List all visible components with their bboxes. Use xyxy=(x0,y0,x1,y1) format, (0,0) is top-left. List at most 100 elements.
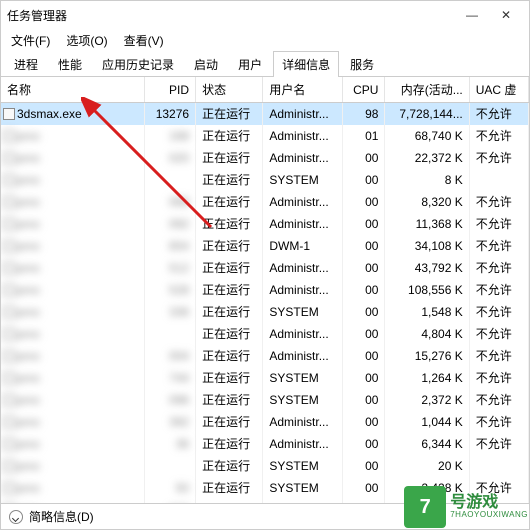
tab-processes[interactable]: 进程 xyxy=(5,51,47,77)
tab-performance[interactable]: 性能 xyxy=(49,51,91,77)
menu-view[interactable]: 查看(V) xyxy=(118,32,170,49)
tab-details[interactable]: 详细信息 xyxy=(273,51,339,77)
table-row[interactable]: proc336正在运行SYSTEM001,548 K不允许 xyxy=(1,301,529,323)
process-table-container: 名称 PID 状态 用户名 CPU 内存(活动... UAC 虚 3dsmax.… xyxy=(1,77,529,503)
col-header-cpu[interactable]: CPU xyxy=(343,77,385,103)
tab-users[interactable]: 用户 xyxy=(229,51,271,77)
tab-services[interactable]: 服务 xyxy=(341,51,383,77)
cell-name: proc xyxy=(1,455,144,477)
close-button[interactable]: ✕ xyxy=(489,8,523,22)
cell-name: proc xyxy=(1,477,144,499)
column-headers: 名称 PID 状态 用户名 CPU 内存(活动... UAC 虚 xyxy=(1,77,529,103)
cell-user: Administr... xyxy=(263,191,343,213)
cell-cpu: 00 xyxy=(343,301,385,323)
col-header-name[interactable]: 名称 xyxy=(1,77,144,103)
table-row[interactable]: proc正在运行Administr...004,804 K不允许 xyxy=(1,323,529,345)
cell-status: 正在运行 xyxy=(196,279,263,301)
cell-pid: 528 xyxy=(144,279,195,301)
cell-status: 正在运行 xyxy=(196,323,263,345)
table-row[interactable]: proc392正在运行Administr...001,044 K不允许 xyxy=(1,411,529,433)
table-row[interactable]: proc512正在运行Administr...0043,792 K不允许 xyxy=(1,257,529,279)
table-row[interactable]: proc092正在运行Administr...0011,368 K不允许 xyxy=(1,213,529,235)
cell-name: proc xyxy=(1,499,144,504)
cell-mem: 8,320 K xyxy=(385,191,469,213)
table-row[interactable]: proc096正在运行SYSTEM002,372 K不允许 xyxy=(1,389,529,411)
cell-mem: 1,548 K xyxy=(385,301,469,323)
cell-status: 正在运行 xyxy=(196,367,263,389)
cell-cpu: 00 xyxy=(343,147,385,169)
cell-mem: 34,108 K xyxy=(385,235,469,257)
cell-name: proc xyxy=(1,345,144,367)
cell-uac: 不允许 xyxy=(469,345,528,367)
table-row[interactable]: proc068正在运行Administr...008,320 K不允许 xyxy=(1,191,529,213)
table-row[interactable]: proc正在运行SYSTEM008 K xyxy=(1,169,529,191)
cell-mem: 108,556 K xyxy=(385,279,469,301)
cell-cpu: 00 xyxy=(343,499,385,504)
watermark-text: 号游戏 xyxy=(450,495,528,511)
cell-uac: 不允许 xyxy=(469,411,528,433)
col-header-uac[interactable]: UAC 虚 xyxy=(469,77,528,103)
cell-mem: 15,276 K xyxy=(385,345,469,367)
cell-uac: 不允许 xyxy=(469,213,528,235)
table-row[interactable]: proc528正在运行Administr...00108,556 K不允许 xyxy=(1,279,529,301)
watermark: 7 号游戏 7HAOYOUXIWANG xyxy=(404,486,528,528)
cell-uac: 不允许 xyxy=(469,433,528,455)
cell-user: Administr... xyxy=(263,147,343,169)
cell-cpu: 00 xyxy=(343,191,385,213)
table-row[interactable]: proc744正在运行SYSTEM001,264 K不允许 xyxy=(1,367,529,389)
cell-status: 正在运行 xyxy=(196,345,263,367)
col-header-pid[interactable]: PID xyxy=(144,77,195,103)
chevron-down-icon[interactable] xyxy=(9,510,23,524)
cell-name: proc xyxy=(1,367,144,389)
cell-uac: 不允许 xyxy=(469,235,528,257)
titlebar[interactable]: 任务管理器 — ✕ xyxy=(1,1,529,29)
minimize-button[interactable]: — xyxy=(455,8,489,22)
menu-options[interactable]: 选项(O) xyxy=(60,32,113,49)
cell-status: 正在运行 xyxy=(196,191,263,213)
cell-pid: 336 xyxy=(144,301,195,323)
cell-name: 3dsmax.exe xyxy=(1,103,144,125)
col-header-user[interactable]: 用户名 xyxy=(263,77,343,103)
cell-status: 正在运行 xyxy=(196,433,263,455)
cell-pid: 744 xyxy=(144,367,195,389)
cell-status: 正在运行 xyxy=(196,235,263,257)
tab-history[interactable]: 应用历史记录 xyxy=(93,51,183,77)
cell-status: 正在运行 xyxy=(196,411,263,433)
watermark-subtext: 7HAOYOUXIWANG xyxy=(450,511,528,519)
table-row[interactable]: proc正在运行SYSTEM0020 K xyxy=(1,455,529,477)
cell-cpu: 00 xyxy=(343,345,385,367)
table-row[interactable]: proc004正在运行Administr...0015,276 K不允许 xyxy=(1,345,529,367)
tab-startup[interactable]: 启动 xyxy=(185,51,227,77)
cell-name: proc xyxy=(1,125,144,147)
cell-status: 正在运行 xyxy=(196,257,263,279)
cell-pid: 096 xyxy=(144,389,195,411)
cell-pid: 13276 xyxy=(144,103,195,125)
col-header-memory[interactable]: 内存(活动... xyxy=(385,77,469,103)
cell-cpu: 00 xyxy=(343,433,385,455)
cell-name: proc xyxy=(1,235,144,257)
table-row[interactable]: proc020正在运行Administr...0022,372 K不允许 xyxy=(1,147,529,169)
cell-user: SYSTEM xyxy=(263,477,343,499)
cell-status: 正在运行 xyxy=(196,125,263,147)
table-row[interactable]: 3dsmax.exe13276正在运行Administr...987,728,1… xyxy=(1,103,529,125)
cell-uac: 不允许 xyxy=(469,367,528,389)
cell-status: 正在运行 xyxy=(196,147,263,169)
cell-cpu: 00 xyxy=(343,477,385,499)
cell-name: proc xyxy=(1,323,144,345)
task-manager-window: 任务管理器 — ✕ 文件(F) 选项(O) 查看(V) 进程 性能 应用历史记录… xyxy=(0,0,530,530)
table-row[interactable]: proc36正在运行Administr...006,344 K不允许 xyxy=(1,433,529,455)
cell-uac: 不允许 xyxy=(469,191,528,213)
cell-cpu: 00 xyxy=(343,257,385,279)
cell-user: SYSTEM xyxy=(263,367,343,389)
cell-user: SYSTEM xyxy=(263,455,343,477)
cell-pid: 654 xyxy=(144,235,195,257)
fewer-details-link[interactable]: 简略信息(D) xyxy=(29,508,94,525)
cell-status: 正在运行 xyxy=(196,499,263,504)
table-row[interactable]: proc654正在运行DWM-10034,108 K不允许 xyxy=(1,235,529,257)
cell-name: proc xyxy=(1,301,144,323)
cell-status: 正在运行 xyxy=(196,169,263,191)
table-row[interactable]: proc168正在运行Administr...0168,740 K不允许 xyxy=(1,125,529,147)
col-header-status[interactable]: 状态 xyxy=(196,77,263,103)
cell-mem: 2,372 K xyxy=(385,389,469,411)
menu-file[interactable]: 文件(F) xyxy=(5,32,56,49)
